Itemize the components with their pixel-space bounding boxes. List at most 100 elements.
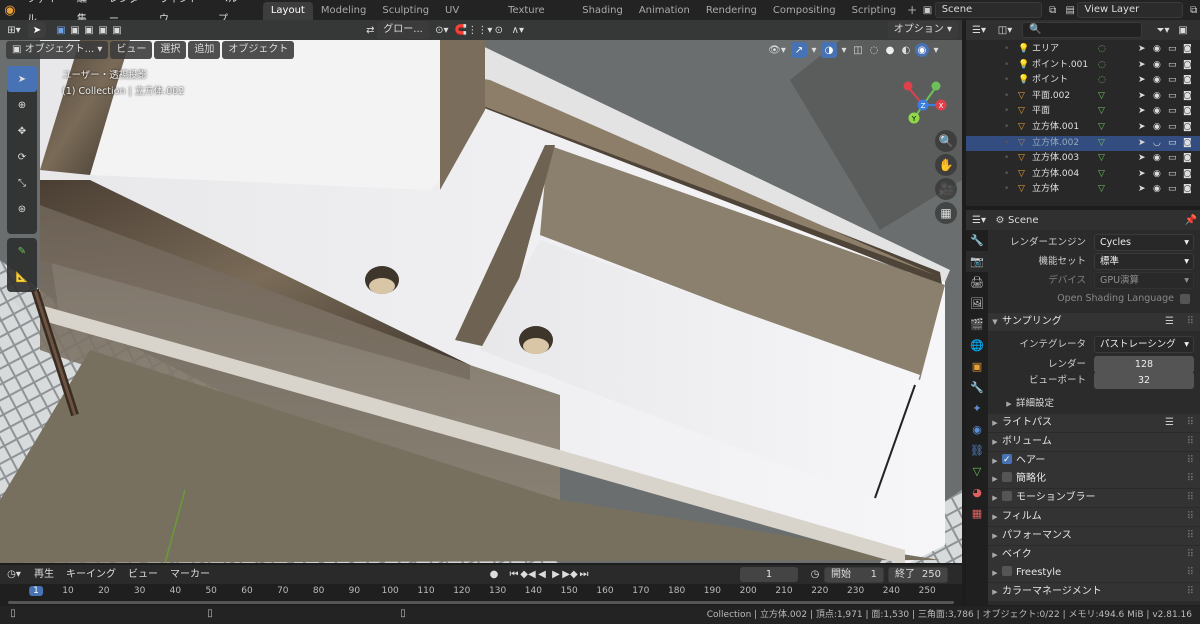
- annotate-tool-icon[interactable]: ✎: [7, 238, 37, 264]
- display-mode-icon[interactable]: ◫▾: [992, 25, 1018, 36]
- drag-handle-icon[interactable]: ⠿: [1187, 489, 1194, 507]
- eye-icon[interactable]: ◉: [1153, 42, 1161, 58]
- tab-uv-editing[interactable]: UV Editing: [437, 2, 500, 34]
- end-frame-field[interactable]: 終了 250: [888, 566, 948, 583]
- measure-tool-icon[interactable]: 📐: [7, 264, 37, 290]
- world-tab-icon[interactable]: 🌐: [966, 335, 988, 356]
- panel-checkbox[interactable]: [1002, 491, 1012, 502]
- outliner-row[interactable]: • 💡 ポイント ◌ ➤ ◉ ▭ ◙: [966, 73, 1200, 89]
- monitor-icon[interactable]: ▭: [1168, 182, 1177, 198]
- eye-icon[interactable]: ◉: [1153, 104, 1161, 120]
- render-samples-field[interactable]: 128: [1094, 356, 1194, 373]
- panel-header[interactable]: ▶ ライトパス ⠿ ☰: [988, 414, 1200, 432]
- zoom-icon[interactable]: 🔍: [935, 130, 957, 152]
- outliner-editor-icon[interactable]: ☰▾: [966, 25, 992, 36]
- timeline-menu-keying[interactable]: キーイング: [60, 566, 122, 584]
- feature-set-dropdown[interactable]: 標準 ▾: [1094, 253, 1194, 270]
- next-keyframe-icon[interactable]: ▶◆: [562, 569, 577, 580]
- monitor-icon[interactable]: ▭: [1168, 136, 1177, 152]
- panel-header[interactable]: ▶ フィルム ⠿: [988, 508, 1200, 526]
- camera-view-icon[interactable]: 🎥: [935, 178, 957, 200]
- tab-scripting[interactable]: Scripting: [844, 2, 904, 20]
- select-toggle-icon[interactable]: ➤: [1138, 167, 1146, 183]
- view-layer-tab-icon[interactable]: 🖼: [966, 293, 988, 314]
- sampling-panel-header[interactable]: ▼ サンプリング ☰ ⠿: [988, 313, 1200, 331]
- monitor-icon[interactable]: ▭: [1168, 167, 1177, 183]
- presets-icon[interactable]: ☰: [1165, 414, 1174, 432]
- outliner-row[interactable]: • ▽ 平面.002 ▽ ➤ ◉ ▭ ◙: [966, 89, 1200, 105]
- wireframe-shading-icon[interactable]: ◌: [867, 45, 881, 56]
- select-toggle-icon[interactable]: ➤: [1138, 182, 1146, 198]
- camera-icon[interactable]: ◙: [1183, 58, 1192, 74]
- camera-icon[interactable]: ◙: [1183, 89, 1192, 105]
- select-toggle-icon[interactable]: ➤: [1138, 73, 1146, 89]
- prev-keyframe-icon[interactable]: ◆◀: [520, 569, 535, 580]
- scrollbar[interactable]: [8, 601, 954, 604]
- tab-animation[interactable]: Animation: [631, 2, 698, 20]
- current-frame-marker[interactable]: 1: [29, 586, 43, 596]
- camera-icon[interactable]: ◙: [1183, 42, 1192, 58]
- panel-checkbox[interactable]: ✓: [1002, 453, 1012, 465]
- eye-icon[interactable]: ◉: [1153, 89, 1161, 105]
- monitor-icon[interactable]: ▭: [1168, 42, 1177, 58]
- pivot-icon[interactable]: ⊙▾: [431, 25, 453, 36]
- eye-icon[interactable]: ◉: [1153, 182, 1161, 198]
- drag-handle-icon[interactable]: ⠿: [1187, 433, 1194, 451]
- overlay-dropdown-icon[interactable]: ▾: [839, 45, 849, 56]
- drag-handle-icon[interactable]: ⠿: [1187, 452, 1194, 470]
- filter-icon[interactable]: ⏷▾: [1152, 25, 1174, 36]
- overlay-toggle-icon[interactable]: ◑: [821, 42, 837, 58]
- eye-icon[interactable]: ◉: [1153, 151, 1161, 167]
- cursor-tool-icon[interactable]: ⊕: [7, 92, 37, 118]
- current-frame-field[interactable]: 1: [740, 567, 798, 582]
- select-toggle-icon[interactable]: ➤: [1138, 151, 1146, 167]
- menu-add[interactable]: 追加: [188, 41, 221, 59]
- select-toggle-icon[interactable]: ➤: [1138, 42, 1146, 58]
- scene-tab-icon[interactable]: 🎬: [966, 314, 988, 335]
- panel-checkbox[interactable]: [1002, 566, 1012, 577]
- jump-start-icon[interactable]: ⏮: [507, 569, 521, 580]
- preview-range-icon[interactable]: ◷: [806, 569, 824, 580]
- falloff-icon[interactable]: ∧▾: [507, 25, 529, 36]
- drag-handle-icon[interactable]: ⠿: [1187, 564, 1194, 582]
- rendered-shading-icon[interactable]: ◉: [915, 43, 929, 57]
- outliner-row[interactable]: • ▽ 平面 ▽ ➤ ◉ ▭ ◙: [966, 104, 1200, 120]
- shading-dropdown-icon[interactable]: ▾: [931, 45, 941, 56]
- scene-field[interactable]: Scene: [934, 2, 1043, 18]
- select-mode-extend-icon[interactable]: ▣: [68, 25, 82, 36]
- device-dropdown[interactable]: GPU演算 ▾: [1094, 272, 1194, 289]
- gizmo-toggle-icon[interactable]: ↗: [791, 42, 807, 58]
- options-dropdown[interactable]: オプション ▾: [887, 21, 958, 39]
- panel-header[interactable]: ▶ ✓ ヘアー ⠿: [988, 451, 1200, 470]
- drag-handle-icon[interactable]: ⠿: [1187, 414, 1194, 432]
- select-mode-subtract-icon[interactable]: ▣: [82, 25, 96, 36]
- outliner-row[interactable]: • ▽ 立方体.004 ▽ ➤ ◉ ▭ ◙: [966, 167, 1200, 183]
- tab-sculpting[interactable]: Sculpting: [374, 2, 437, 20]
- tool-tab-icon[interactable]: 🔧: [966, 230, 988, 251]
- panel-header[interactable]: ▶ ボリューム ⠿: [988, 432, 1200, 451]
- osl-checkbox[interactable]: [1180, 294, 1190, 304]
- tab-modeling[interactable]: Modeling: [313, 2, 375, 20]
- timeline-menu-playback[interactable]: 再生: [28, 566, 60, 584]
- outliner-row[interactable]: • 💡 ポイント.001 ◌ ➤ ◉ ▭ ◙: [966, 58, 1200, 74]
- select-toggle-icon[interactable]: ➤: [1138, 89, 1146, 105]
- drag-handle-icon[interactable]: ⠿: [1187, 527, 1194, 545]
- monitor-icon[interactable]: ▭: [1168, 73, 1177, 89]
- select-box-tool-icon[interactable]: ➤: [7, 66, 37, 92]
- select-toggle-icon[interactable]: ➤: [1138, 120, 1146, 136]
- outliner-row[interactable]: • ▽ 立方体 ▽ ➤ ◉ ▭ ◙: [966, 182, 1200, 198]
- menu-view[interactable]: ビュー: [110, 41, 153, 59]
- modifier-tab-icon[interactable]: 🔧: [966, 377, 988, 398]
- start-frame-field[interactable]: 開始 1: [824, 566, 884, 583]
- play-icon[interactable]: ▶: [549, 569, 563, 580]
- drag-handle-icon[interactable]: ⠿: [1187, 470, 1194, 488]
- panel-header[interactable]: ▶ Freestyle ⠿: [988, 564, 1200, 583]
- panel-checkbox[interactable]: [1002, 472, 1012, 483]
- menu-object[interactable]: オブジェクト: [222, 41, 295, 59]
- select-toggle-icon[interactable]: ➤: [1138, 58, 1146, 74]
- drag-handle-icon[interactable]: ⠿: [1187, 583, 1194, 601]
- select-toggle-icon[interactable]: ➤: [1138, 104, 1146, 120]
- transform-orientation-icon[interactable]: ⇄: [363, 25, 377, 36]
- select-toggle-icon[interactable]: ➤: [1138, 136, 1146, 152]
- copy-scene-icon[interactable]: ⧉: [1046, 5, 1059, 16]
